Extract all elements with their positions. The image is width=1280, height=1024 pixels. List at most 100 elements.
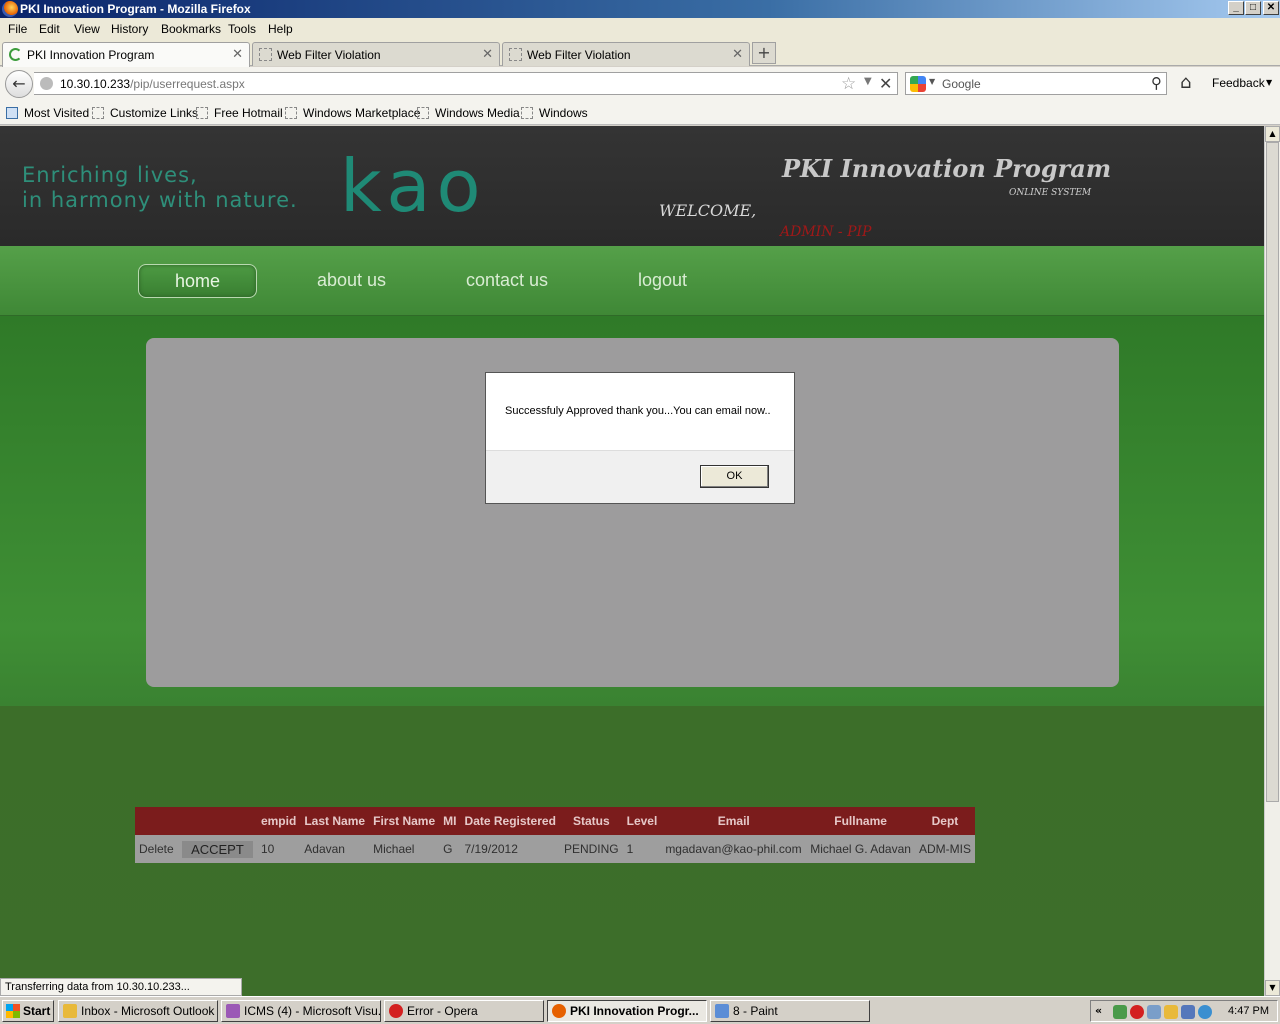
bookmark-most-visited[interactable]: Most Visited (6, 106, 89, 120)
tagline-line2: in harmony with nature. (22, 188, 298, 212)
opera-icon (389, 1004, 403, 1018)
scroll-thumb[interactable] (1266, 142, 1279, 802)
menu-tools[interactable]: Tools (228, 22, 256, 36)
loading-icon (9, 48, 22, 61)
menu-history[interactable]: History (111, 22, 148, 36)
url-path: /pip/userrequest.aspx (130, 77, 245, 91)
site-identity-icon[interactable] (40, 77, 53, 90)
nav-logout[interactable]: logout (638, 270, 687, 291)
nav-about-us[interactable]: about us (317, 270, 386, 291)
cell-level: 1 (622, 835, 662, 863)
tab-web-filter-1[interactable]: Web Filter Violation ✕ (252, 42, 500, 66)
tab-strip: PKI Innovation Program ✕ Web Filter Viol… (0, 40, 1280, 67)
scroll-up-arrow-icon[interactable]: ▲ (1265, 126, 1280, 142)
program-title: PKI Innovation Program (782, 154, 1112, 183)
search-placeholder: Google (942, 77, 981, 91)
site-nav: home about us contact us logout (0, 246, 1264, 316)
outlook-tray-icon[interactable] (1164, 1005, 1178, 1019)
search-bar[interactable]: ▼ Google ⚲ (905, 72, 1167, 95)
url-host: 10.30.10.233 (60, 77, 131, 91)
accept-cell: ACCEPT (178, 835, 257, 863)
menu-file[interactable]: File (8, 22, 27, 36)
tab-label: Web Filter Violation (277, 48, 381, 62)
close-icon[interactable]: ✕ (482, 46, 493, 62)
search-engine-dropdown-icon[interactable]: ▼ (929, 77, 935, 86)
task-firefox[interactable]: PKI Innovation Progr... (547, 1000, 707, 1022)
tab-pki-innovation[interactable]: PKI Innovation Program ✕ (2, 42, 250, 67)
column-header (178, 807, 257, 835)
page-icon (521, 107, 533, 119)
bookmark-windows[interactable]: Windows (521, 106, 588, 120)
minimize-button[interactable]: _ (1228, 1, 1244, 15)
nav-contact-us[interactable]: contact us (466, 270, 548, 291)
column-header-status: Status (559, 807, 623, 835)
bookmark-windows-media[interactable]: Windows Media (417, 106, 520, 120)
column-header-empid: empid (256, 807, 301, 835)
task-paint[interactable]: 8 - Paint (710, 1000, 870, 1022)
menu-edit[interactable]: Edit (39, 22, 60, 36)
search-icon[interactable]: ⚲ (1151, 74, 1162, 92)
logged-in-user: ADMIN - PIP (780, 224, 872, 240)
vertical-scrollbar[interactable]: ▲ ▼ (1264, 126, 1280, 996)
google-icon[interactable] (910, 76, 926, 92)
globe-icon[interactable] (1198, 1005, 1212, 1019)
alert-dialog: Successfuly Approved thank you...You can… (485, 372, 795, 504)
accept-button[interactable]: ACCEPT (182, 840, 253, 858)
bookmark-windows-marketplace[interactable]: Windows Marketplace (285, 106, 420, 120)
home-icon[interactable]: ⌂ (1180, 72, 1191, 93)
scroll-down-arrow-icon[interactable]: ▼ (1265, 980, 1280, 996)
menu-bookmarks[interactable]: Bookmarks (161, 22, 221, 36)
visual-studio-icon (226, 1004, 240, 1018)
bookmark-free-hotmail[interactable]: Free Hotmail (196, 106, 283, 120)
close-window-button[interactable]: ✕ (1263, 1, 1279, 15)
task-outlook[interactable]: Inbox - Microsoft Outlook (58, 1000, 218, 1022)
tab-web-filter-2[interactable]: Web Filter Violation ✕ (502, 42, 750, 66)
ok-button[interactable]: OK (700, 465, 769, 488)
column-header-dept: Dept (914, 807, 975, 835)
nav-home[interactable]: home (138, 264, 257, 298)
monitor-icon[interactable] (1181, 1005, 1195, 1019)
cell-mi: G (439, 835, 461, 863)
close-icon[interactable]: ✕ (232, 46, 243, 62)
show-hidden-icons-button[interactable]: « (1095, 1004, 1102, 1017)
table-row: Delete ACCEPT 10 Adavan Michael G 7/19/2… (135, 835, 975, 863)
cell-email: mgadavan@kao-phil.com (661, 835, 807, 863)
cell-first-name: Michael (369, 835, 440, 863)
task-label: Inbox - Microsoft Outlook (81, 1004, 215, 1018)
task-label: 8 - Paint (733, 1004, 778, 1018)
start-button[interactable]: Start (2, 1000, 54, 1022)
task-opera[interactable]: Error - Opera (384, 1000, 544, 1022)
feedback-button[interactable]: Feedback (1212, 76, 1265, 90)
close-icon[interactable]: ✕ (732, 46, 743, 62)
column-header-date-registered: Date Registered (460, 807, 560, 835)
new-tab-button[interactable]: + (752, 42, 776, 64)
delete-link[interactable]: Delete (135, 835, 179, 863)
menu-view[interactable]: View (74, 22, 100, 36)
window-title: PKI Innovation Program - Mozilla Firefox (20, 2, 251, 16)
stop-icon[interactable]: ✕ (879, 74, 892, 93)
bookmark-customize-links[interactable]: Customize Links (92, 106, 198, 120)
bookmark-star-icon[interactable]: ☆ (841, 74, 856, 94)
tray-app-icon[interactable] (1147, 1005, 1161, 1019)
outlook-icon (63, 1004, 77, 1018)
column-header (135, 807, 179, 835)
maximize-button[interactable]: □ (1245, 1, 1261, 15)
bookmark-label: Windows Media (435, 106, 520, 120)
system-tray: « 4:47 PM (1090, 1000, 1278, 1022)
status-bar: Transferring data from 10.30.10.233... (0, 978, 242, 996)
chevron-down-icon[interactable]: ▼ (1266, 78, 1272, 87)
cell-fullname: Michael G. Adavan (806, 835, 915, 863)
page-icon (417, 107, 429, 119)
site-header: Enriching lives, in harmony with nature.… (0, 126, 1264, 246)
tagline-line1: Enriching lives, (22, 163, 198, 187)
task-visual-studio[interactable]: ICMS (4) - Microsoft Visu... (221, 1000, 381, 1022)
welcome-text: WELCOME, (659, 201, 757, 220)
back-button[interactable]: ← (5, 70, 33, 98)
network-icon[interactable] (1113, 1005, 1127, 1019)
bookmarks-toolbar: Most Visited Customize Links Free Hotmai… (0, 99, 1280, 125)
address-bar[interactable]: 10.30.10.233/pip/userrequest.aspx ☆ ▼ ✕ (34, 72, 898, 95)
history-dropdown-icon[interactable]: ▼ (864, 76, 872, 87)
opera-tray-icon[interactable] (1130, 1005, 1144, 1019)
menu-help[interactable]: Help (268, 22, 293, 36)
user-request-table: empid Last Name First Name MI Date Regis… (135, 807, 975, 863)
